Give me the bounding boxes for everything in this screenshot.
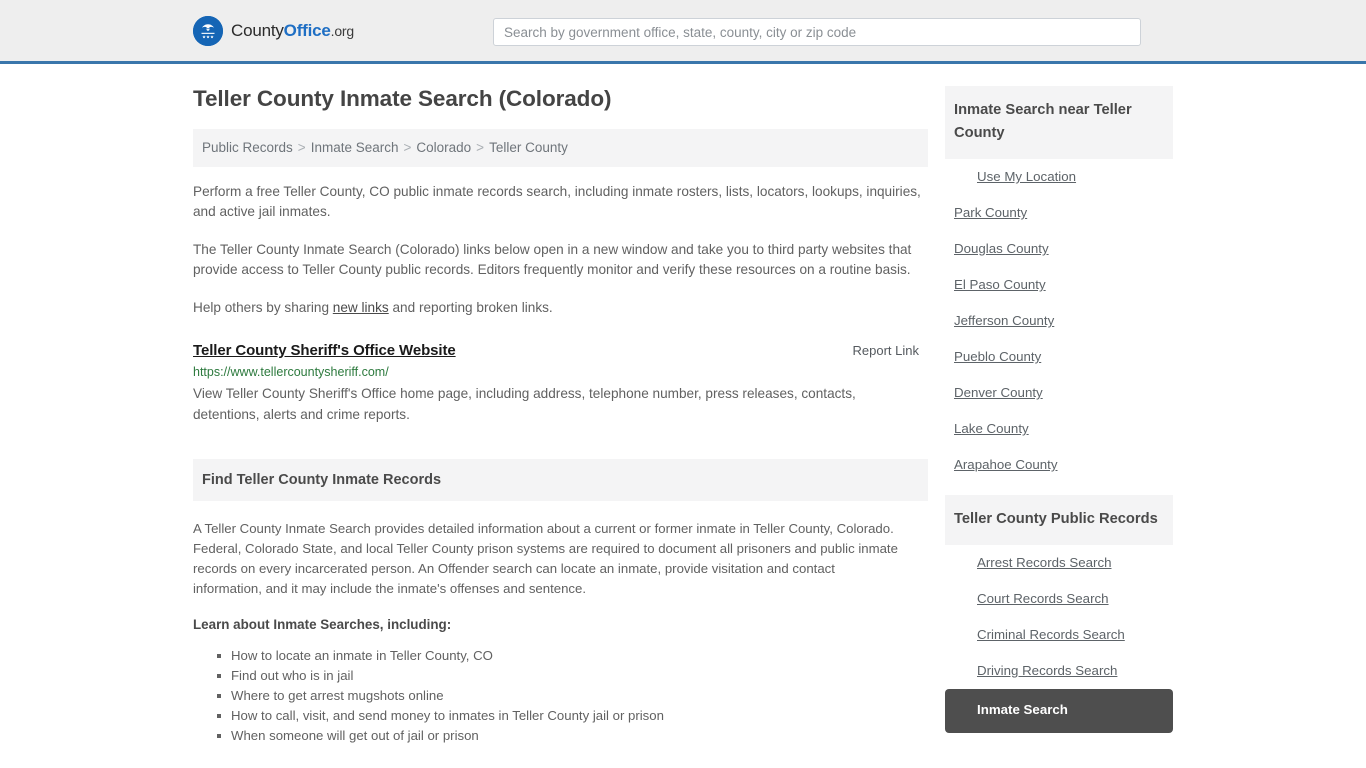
search-container — [493, 18, 1141, 46]
list-item: Inmate Search — [945, 689, 1173, 733]
find-records-paragraph: A Teller County Inmate Search provides d… — [193, 521, 898, 596]
list-item: Lake County — [945, 411, 1173, 447]
find-records-heading: Find Teller County Inmate Records — [193, 459, 928, 501]
list-item: Find out who is in jail — [217, 666, 928, 686]
sidebar-item-pueblo-county[interactable]: Pueblo County — [945, 339, 1173, 375]
sidebar-nearby-list: Use My Location Park County Douglas Coun… — [945, 159, 1173, 483]
report-link-button[interactable]: Report Link — [853, 343, 928, 358]
sidebar-item-jefferson-county[interactable]: Jefferson County — [945, 303, 1173, 339]
list-item: How to locate an inmate in Teller County… — [217, 646, 928, 666]
new-links-link[interactable]: new links — [333, 300, 389, 315]
breadcrumb-item-colorado[interactable]: Colorado — [416, 140, 471, 155]
sidebar-item-inmate-search[interactable]: Inmate Search — [945, 689, 1173, 733]
breadcrumb-separator: > — [297, 140, 306, 155]
intro-paragraph-1: Perform a free Teller County, CO public … — [193, 184, 921, 219]
sidebar-item-arapahoe-county[interactable]: Arapahoe County — [945, 447, 1173, 483]
sidebar-item-el-paso-county[interactable]: El Paso County — [945, 267, 1173, 303]
list-item: Jefferson County — [945, 303, 1173, 339]
sidebar-item-denver-county[interactable]: Denver County — [945, 375, 1173, 411]
site-header: CountyOffice.org — [0, 0, 1366, 64]
learn-about-heading: Learn about Inmate Searches, including: — [193, 617, 452, 632]
list-item: Criminal Records Search — [945, 617, 1173, 653]
list-item: Use My Location — [945, 159, 1173, 195]
list-item: Arrest Records Search — [945, 545, 1173, 581]
brand-logo-link[interactable]: CountyOffice.org — [193, 15, 354, 46]
list-item: Where to get arrest mugshots online — [217, 686, 928, 706]
list-item: Arapahoe County — [945, 447, 1173, 483]
sidebar-nearby-heading: Inmate Search near Teller County — [945, 86, 1173, 159]
page-title: Teller County Inmate Search (Colorado) — [193, 86, 612, 111]
result-header-row: Teller County Sheriff's Office Website R… — [193, 342, 928, 359]
breadcrumb-separator: > — [403, 140, 412, 155]
result-title-link[interactable]: Teller County Sheriff's Office Website — [193, 342, 456, 359]
result-item: Teller County Sheriff's Office Website R… — [193, 342, 928, 425]
sidebar-item-court-records-search[interactable]: Court Records Search — [945, 581, 1173, 617]
content-container: Teller County Inmate Search (Colorado) P… — [193, 64, 1173, 746]
list-item: Douglas County — [945, 231, 1173, 267]
sidebar-item-arrest-records-search[interactable]: Arrest Records Search — [945, 545, 1173, 581]
sidebar-item-lake-county[interactable]: Lake County — [945, 411, 1173, 447]
page-body: Teller County Inmate Search (Colorado) P… — [0, 64, 1366, 746]
list-item: How to call, visit, and send money to in… — [217, 706, 928, 726]
brand-wordmark: CountyOffice.org — [231, 21, 354, 41]
list-item: Park County — [945, 195, 1173, 231]
list-item: Pueblo County — [945, 339, 1173, 375]
breadcrumb: Public Records > Inmate Search > Colorado > Te… — [193, 129, 928, 167]
brand-word-tld: .org — [330, 22, 355, 39]
sidebar-item-criminal-records-search[interactable]: Criminal Records Search — [945, 617, 1173, 653]
search-input[interactable] — [493, 18, 1141, 46]
share-suffix-text: and reporting broken links. — [388, 300, 553, 315]
breadcrumb-item-teller-county: Teller County — [489, 140, 568, 155]
brand-word-office: Office — [283, 20, 331, 40]
breadcrumb-item-public-records[interactable]: Public Records — [202, 140, 293, 155]
sidebar-public-records-list: Arrest Records Search Court Records Sear… — [945, 545, 1173, 733]
result-description: View Teller County Sheriff's Office home… — [193, 386, 856, 422]
list-item: Driving Records Search — [945, 653, 1173, 689]
share-links-paragraph: Help others by sharing new links and rep… — [193, 298, 928, 318]
sidebar-public-records-heading: Teller County Public Records — [945, 495, 1173, 545]
sidebar-divider-space — [945, 483, 1173, 495]
breadcrumb-separator: > — [476, 140, 485, 155]
list-item: When someone will get out of jail or pri… — [217, 726, 928, 746]
topics-list: How to locate an inmate in Teller County… — [193, 646, 928, 746]
breadcrumb-item-inmate-search[interactable]: Inmate Search — [311, 140, 399, 155]
sidebar-nearby-box: Inmate Search near Teller County Use My … — [945, 86, 1173, 483]
sidebar-item-use-my-location[interactable]: Use My Location — [945, 159, 1173, 195]
sidebar-item-park-county[interactable]: Park County — [945, 195, 1173, 231]
intro-paragraph-2: The Teller County Inmate Search (Colorad… — [193, 242, 912, 277]
sidebar: Inmate Search near Teller County Use My … — [945, 86, 1173, 733]
eagle-seal-icon — [193, 15, 223, 46]
list-item: Court Records Search — [945, 581, 1173, 617]
list-item: El Paso County — [945, 267, 1173, 303]
sidebar-item-douglas-county[interactable]: Douglas County — [945, 231, 1173, 267]
sidebar-public-records-box: Teller County Public Records Arrest Reco… — [945, 495, 1173, 733]
sidebar-item-driving-records-search[interactable]: Driving Records Search — [945, 653, 1173, 689]
list-item: Denver County — [945, 375, 1173, 411]
brand-word-county: County — [231, 20, 284, 40]
main-column: Teller County Inmate Search (Colorado) P… — [193, 86, 928, 746]
result-url-link[interactable]: https://www.tellercountysheriff.com/ — [193, 365, 928, 379]
share-prefix-text: Help others by sharing — [193, 300, 333, 315]
